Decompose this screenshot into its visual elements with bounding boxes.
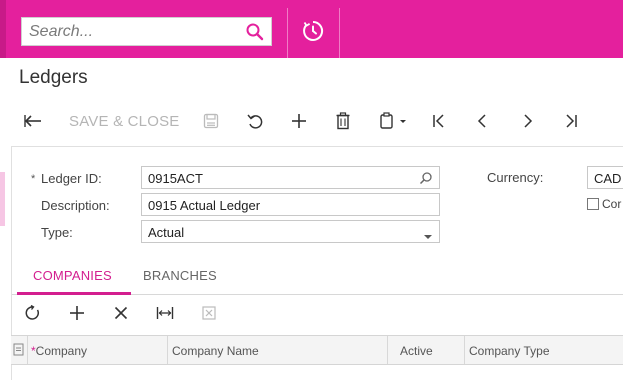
- tab-bar: COMPANIES BRANCHES: [12, 260, 623, 295]
- description-label: Description:: [41, 198, 110, 213]
- lookup-search-icon[interactable]: [419, 171, 433, 188]
- undo-icon: [246, 112, 264, 130]
- grid-header: *Company Company Name Active Company Typ…: [11, 335, 623, 365]
- consolidation-checkbox-row[interactable]: Cor: [587, 197, 623, 212]
- search-box[interactable]: [21, 17, 272, 46]
- column-header-company-label: Company: [35, 344, 88, 358]
- back-button[interactable]: [18, 104, 48, 138]
- delete-row-button[interactable]: [106, 300, 136, 330]
- add-row-button[interactable]: [62, 300, 92, 330]
- required-mark: *: [31, 173, 36, 185]
- close-icon: [114, 306, 128, 325]
- file-icon: [13, 343, 24, 359]
- left-edge-accent: [0, 172, 5, 226]
- type-label: Type:: [41, 225, 73, 240]
- ledger-id-value: 0915ACT: [148, 171, 203, 186]
- last-icon: [563, 113, 579, 129]
- clipboard-icon: [379, 112, 409, 130]
- checkbox-label: Cor: [602, 197, 622, 211]
- refresh-button[interactable]: [18, 300, 48, 330]
- currency-label: Currency:: [487, 170, 544, 185]
- ledger-id-field[interactable]: 0915ACT: [141, 166, 440, 189]
- grid-row-selector-header[interactable]: [11, 336, 28, 364]
- clipboard-menu-button[interactable]: [372, 104, 416, 138]
- add-icon: [69, 305, 85, 326]
- export-excel-button[interactable]: [194, 300, 224, 330]
- trash-icon: [335, 112, 351, 130]
- type-value: Actual: [148, 225, 185, 240]
- fit-columns-button[interactable]: [150, 300, 180, 330]
- next-record-button[interactable]: [512, 104, 542, 138]
- column-header-active-label: Active: [400, 344, 433, 358]
- type-select[interactable]: Actual: [141, 220, 440, 243]
- page-title: Ledgers: [19, 67, 88, 88]
- add-button[interactable]: [284, 104, 314, 138]
- excel-icon: [202, 305, 216, 325]
- column-header-company-type[interactable]: Company Type: [465, 336, 623, 364]
- search-icon[interactable]: [245, 22, 265, 42]
- first-icon: [431, 113, 447, 129]
- back-arrow-icon: [23, 113, 43, 129]
- currency-value: CAD: [594, 171, 622, 186]
- last-record-button[interactable]: [556, 104, 586, 138]
- top-bar-divider: [339, 8, 340, 58]
- save-close-button[interactable]: SAVE & CLOSE: [69, 113, 180, 130]
- description-field[interactable]: 0915 Actual Ledger: [141, 193, 440, 216]
- top-bar: [0, 0, 623, 58]
- column-header-company-name-label: Company Name: [172, 344, 259, 358]
- active-tab-indicator: [17, 292, 131, 295]
- delete-button[interactable]: [328, 104, 358, 138]
- fit-width-icon: [156, 306, 174, 325]
- column-header-active[interactable]: Active: [388, 336, 465, 364]
- first-record-button[interactable]: [424, 104, 454, 138]
- history-clock-icon: [301, 19, 325, 48]
- chevron-right-icon: [519, 113, 535, 129]
- save-button[interactable]: [197, 104, 225, 138]
- search-input[interactable]: [22, 18, 237, 45]
- top-bar-left-strip: [0, 0, 6, 58]
- previous-record-button[interactable]: [468, 104, 498, 138]
- chevron-down-icon: [423, 228, 433, 243]
- undo-button[interactable]: [240, 104, 270, 138]
- recent-history-button[interactable]: [287, 8, 339, 58]
- ledger-id-label: Ledger ID:: [41, 171, 102, 186]
- description-value: 0915 Actual Ledger: [148, 198, 261, 213]
- column-header-company-name[interactable]: Company Name: [168, 336, 388, 364]
- refresh-icon: [25, 304, 41, 326]
- column-header-company[interactable]: *Company: [28, 336, 168, 364]
- form-toolbar: SAVE & CLOSE: [0, 104, 623, 138]
- save-icon: [203, 113, 219, 129]
- column-header-company-type-label: Company Type: [469, 344, 550, 358]
- add-icon: [290, 112, 308, 130]
- tab-branches[interactable]: BRANCHES: [143, 268, 217, 283]
- currency-field[interactable]: CAD: [587, 166, 623, 189]
- chevron-left-icon: [475, 113, 491, 129]
- checkbox[interactable]: [587, 198, 599, 210]
- tab-companies[interactable]: COMPANIES: [33, 268, 112, 283]
